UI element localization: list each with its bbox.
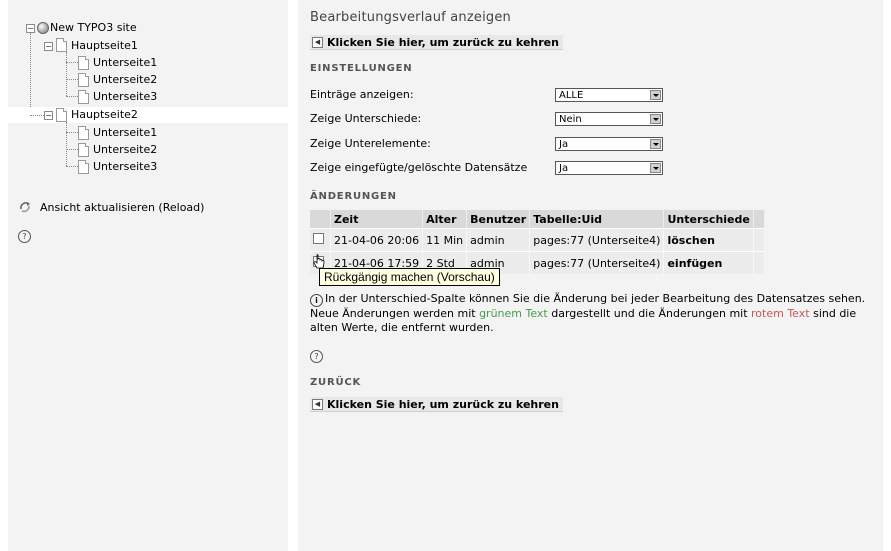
time-cell: 21-04-06 20:06	[330, 228, 424, 252]
reload-icon	[20, 202, 30, 213]
page-icon	[56, 38, 67, 52]
reload-label: Ansicht aktualisieren (Reload)	[40, 200, 205, 214]
help-icon[interactable]: ?	[18, 230, 31, 243]
tree-item-unterseite1[interactable]: Unterseite1	[93, 56, 157, 69]
tree-item-unterseite2[interactable]: Unterseite2	[93, 143, 157, 156]
tree-connector	[30, 33, 31, 115]
subelements-select[interactable]: Ja	[555, 137, 663, 151]
tree-item-unterseite1[interactable]: Unterseite1	[93, 126, 157, 139]
table-header-row: Zeit Alter Benutzer Tabelle:Uid Untersch…	[310, 210, 765, 229]
tree-item-unterseite3[interactable]: Unterseite3	[93, 160, 157, 173]
column-header-alter: Alter	[422, 210, 468, 229]
subelements-select-value: Ja	[559, 139, 569, 150]
diff-cell: löschen	[663, 228, 754, 252]
undo-icon[interactable]	[313, 233, 324, 244]
inserted-deleted-select-value: Ja	[559, 163, 569, 174]
undo-cell[interactable]	[310, 228, 331, 252]
page-icon	[78, 56, 89, 70]
age-cell: 11 Min	[422, 228, 468, 252]
setting-label-inserted-deleted: Zeige eingefügte/gelöschte Datensätze	[310, 161, 528, 174]
page-icon	[78, 126, 89, 140]
diffs-select[interactable]: Nein	[555, 112, 663, 126]
column-header-tabelle-uid: Tabelle:Uid	[529, 210, 665, 229]
setting-label-entries: Einträge anzeigen:	[310, 88, 414, 101]
info-red-text: rotem Text	[751, 307, 810, 320]
tree-root-label[interactable]: New TYPO3 site	[50, 21, 137, 34]
help-icon[interactable]: ?	[310, 350, 323, 363]
info-text: i In der Unterschied-Spalte können Sie di…	[310, 292, 870, 335]
reload-link[interactable]: Ansicht aktualisieren (Reload)	[18, 200, 204, 214]
settings-heading: EINSTELLUNGEN	[310, 63, 413, 74]
setting-label-diffs: Zeige Unterschiede:	[310, 112, 422, 125]
setting-label-subelements: Zeige Unterelemente:	[310, 137, 431, 150]
column-header-benutzer: Benutzer	[466, 210, 531, 229]
tree-connector	[30, 115, 44, 116]
column-header	[753, 210, 765, 229]
info-text-part2: dargestellt und die Änderungen mit	[547, 307, 752, 320]
spacer-cell	[753, 251, 765, 274]
globe-icon	[37, 22, 49, 34]
user-cell: admin	[466, 228, 531, 252]
entries-select[interactable]: ALLE	[555, 88, 663, 102]
inserted-deleted-select[interactable]: Ja	[555, 161, 663, 175]
tree-item-hauptseite1[interactable]: Hauptseite1	[71, 39, 138, 52]
page-icon	[78, 73, 89, 87]
table-uid-cell: pages:77 (Unterseite4)	[529, 228, 665, 252]
chevron-down-icon	[650, 163, 661, 173]
undo-tooltip: Rückgängig machen (Vorschau)	[319, 268, 500, 286]
chevron-down-icon	[650, 139, 661, 149]
back-link-label: Klicken Sie hier, um zurück zu kehren	[327, 397, 559, 411]
info-icon: i	[310, 294, 323, 307]
collapse-hauptseite1-icon[interactable]: −	[44, 42, 53, 51]
column-header	[310, 210, 331, 229]
arrow-left-icon: ◀	[312, 398, 323, 410]
diffs-select-value: Nein	[559, 114, 582, 125]
history-panel: Bearbeitungsverlauf anzeigen ◀ Klicken S…	[298, 0, 883, 551]
chevron-down-icon	[650, 114, 661, 124]
back-heading: ZURÜCK	[310, 377, 362, 388]
tree-connector	[66, 79, 78, 80]
tree-connector	[66, 96, 78, 97]
page-icon	[78, 90, 89, 104]
tree-connector	[66, 132, 78, 133]
page-tree-panel: − New TYPO3 site − Hauptseite1 Unterseit…	[8, 0, 288, 551]
tree-item-unterseite2[interactable]: Unterseite2	[93, 73, 157, 86]
column-header-zeit: Zeit	[330, 210, 424, 229]
diff-cell: einfügen	[663, 251, 754, 274]
table-uid-cell: pages:77 (Unterseite4)	[529, 251, 665, 274]
collapse-hauptseite2-icon[interactable]: −	[44, 111, 53, 120]
tree-connector	[66, 122, 67, 166]
page-title: Bearbeitungsverlauf anzeigen	[310, 10, 511, 25]
page-icon	[78, 160, 89, 174]
tree-connector	[66, 62, 78, 63]
column-header-unterschiede: Unterschiede	[663, 210, 754, 229]
entries-select-value: ALLE	[559, 90, 584, 101]
tree-item-hauptseite2[interactable]: Hauptseite2	[71, 108, 138, 121]
page-icon	[78, 143, 89, 157]
collapse-root-icon[interactable]: −	[26, 24, 35, 33]
page-icon	[56, 108, 67, 122]
changes-heading: ÄNDERUNGEN	[310, 191, 397, 202]
tree-item-unterseite3[interactable]: Unterseite3	[93, 90, 157, 103]
back-link-bottom[interactable]: ◀ Klicken Sie hier, um zurück zu kehren	[310, 397, 563, 412]
changes-table: Zeit Alter Benutzer Tabelle:Uid Untersch…	[310, 210, 765, 274]
back-link-top[interactable]: ◀ Klicken Sie hier, um zurück zu kehren	[310, 35, 563, 50]
info-green-text: grünem Text	[479, 307, 548, 320]
tree-connector	[66, 149, 78, 150]
tree-connector	[66, 52, 67, 96]
spacer-cell	[753, 228, 765, 252]
table-row: 21-04-06 20:06 11 Min admin pages:77 (Un…	[310, 228, 765, 252]
chevron-down-icon	[650, 90, 661, 100]
tree-connector	[66, 166, 78, 167]
arrow-left-icon: ◀	[312, 36, 323, 48]
back-link-label: Klicken Sie hier, um zurück zu kehren	[327, 35, 559, 49]
